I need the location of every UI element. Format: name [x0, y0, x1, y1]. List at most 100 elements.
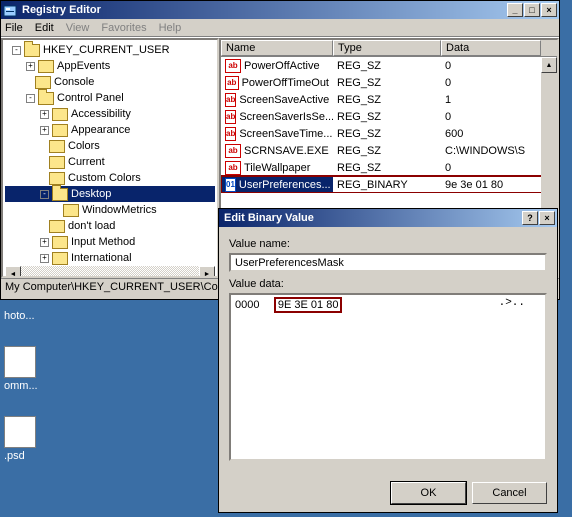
folder-icon	[52, 252, 68, 265]
list-row[interactable]: abPowerOffTimeOut REG_SZ0	[221, 74, 557, 91]
dialog-close-button[interactable]: ×	[539, 211, 555, 225]
tree-item-console[interactable]: Console	[5, 74, 215, 90]
edit-binary-dialog: Edit Binary Value ? × Value name: Value …	[218, 208, 558, 513]
menubar: File Edit View Favorites Help	[1, 19, 559, 37]
tree-label: Colors	[68, 140, 100, 152]
tree-item-accessibility[interactable]: +Accessibility	[5, 106, 215, 122]
val-type: REG_SZ	[333, 110, 441, 124]
menu-view[interactable]: View	[66, 22, 90, 34]
expand-icon[interactable]: +	[26, 62, 35, 71]
hex-bytes[interactable]: 9E 3E 01 80	[274, 297, 343, 313]
tree-item-windowmetrics[interactable]: WindowMetrics	[5, 202, 215, 218]
tree-item-hkcu[interactable]: -HKEY_CURRENT_USER	[5, 42, 215, 58]
list-row[interactable]: abSCRNSAVE.EXEREG_SZC:\WINDOWS\S	[221, 142, 557, 159]
tree-h-scrollbar[interactable]: ◄►	[5, 266, 215, 278]
menu-file[interactable]: File	[5, 22, 23, 34]
menu-favorites[interactable]: Favorites	[101, 22, 146, 34]
tree-label: don't load	[68, 220, 115, 232]
scroll-up-icon[interactable]: ▲	[541, 57, 557, 73]
val-type: REG_SZ	[333, 144, 441, 158]
menu-edit[interactable]: Edit	[35, 22, 54, 34]
list-body[interactable]: abPowerOffActiveREG_SZ0 abPowerOffTimeOu…	[221, 57, 557, 193]
col-name[interactable]: Name	[221, 40, 333, 56]
tree-item-appevents[interactable]: +AppEvents	[5, 58, 215, 74]
hex-ascii: .>..	[499, 297, 525, 309]
tree-item-inputmethod[interactable]: +Input Method	[5, 234, 215, 250]
string-value-icon: ab	[225, 76, 239, 90]
binary-value-icon: 01	[225, 178, 236, 192]
folder-icon	[52, 124, 68, 137]
tree-item-customcolors[interactable]: Custom Colors	[5, 170, 215, 186]
desktop-item[interactable]: omm...	[4, 346, 38, 392]
col-data[interactable]: Data	[441, 40, 541, 56]
desk-label: hoto...	[4, 310, 35, 322]
value-name-label: Value name:	[229, 238, 547, 250]
tree-item-appearance[interactable]: + Appearance	[5, 122, 215, 138]
val-type: REG_SZ	[333, 76, 441, 90]
folder-icon	[52, 108, 68, 121]
list-row[interactable]: abTileWallpaperREG_SZ0	[221, 159, 557, 176]
collapse-icon[interactable]: -	[40, 190, 49, 199]
expand-icon[interactable]: +	[40, 110, 49, 119]
string-value-icon: ab	[225, 93, 236, 107]
collapse-icon[interactable]: -	[12, 46, 21, 55]
tree-item-colors[interactable]: Colors	[5, 138, 215, 154]
tree-panel[interactable]: -HKEY_CURRENT_USER +AppEvents Console -C…	[1, 38, 219, 278]
cancel-button[interactable]: Cancel	[472, 482, 547, 504]
maximize-button[interactable]: □	[524, 3, 540, 17]
tree-item-international[interactable]: + International	[5, 250, 215, 266]
collapse-icon[interactable]: -	[26, 94, 35, 103]
hex-editor[interactable]: 0000 9E 3E 01 80 .>..	[229, 293, 547, 461]
tree-label: Custom Colors	[68, 172, 141, 184]
scroll-left-icon[interactable]: ◄	[5, 266, 21, 278]
expand-icon[interactable]: +	[40, 238, 49, 247]
val-name: UserPreferences...	[239, 179, 331, 191]
desktop-item[interactable]: .psd	[4, 416, 38, 462]
folder-open-icon	[52, 188, 68, 201]
list-row[interactable]: abScreenSaveTime...REG_SZ600	[221, 125, 557, 142]
titlebar[interactable]: Registry Editor _ □ ×	[1, 1, 559, 19]
val-name: ScreenSaveActive	[239, 94, 329, 106]
string-value-icon: ab	[225, 59, 241, 73]
desktop-item[interactable]: hoto...	[4, 310, 38, 322]
desk-label: omm...	[4, 380, 38, 392]
ok-button[interactable]: OK	[391, 482, 466, 504]
help-button[interactable]: ?	[522, 211, 538, 225]
val-data: 0	[441, 59, 455, 73]
file-icon	[4, 346, 36, 378]
tree-item-controlpanel[interactable]: -Control Panel	[5, 90, 215, 106]
val-name: TileWallpaper	[244, 162, 310, 174]
expand-icon[interactable]: +	[40, 254, 49, 263]
tree-label: Current	[68, 156, 105, 168]
val-data: 0	[441, 161, 455, 175]
desktop-icons: hoto... omm... .psd	[4, 310, 38, 486]
tree-item-current[interactable]: Current	[5, 154, 215, 170]
file-icon	[4, 416, 36, 448]
tree-item-desktop[interactable]: - Desktop	[5, 186, 215, 202]
list-row[interactable]: abPowerOffActive REG_SZ0	[221, 57, 557, 74]
scroll-right-icon[interactable]: ►	[199, 266, 215, 278]
col-type[interactable]: Type	[333, 40, 441, 56]
val-type: REG_SZ	[333, 59, 441, 73]
val-data: 600	[441, 127, 467, 141]
list-row-selected[interactable]: 01UserPreferences...REG_BINARY9e 3e 01 8…	[221, 176, 557, 193]
regedit-icon	[3, 3, 19, 17]
tree-label: Appearance	[71, 124, 130, 136]
tree-label: Desktop	[71, 188, 111, 200]
menu-help[interactable]: Help	[159, 22, 182, 34]
tree-label: International	[71, 252, 132, 264]
val-name: ScreenSaverIsSe...	[239, 111, 333, 123]
val-name: PowerOffActive	[244, 60, 320, 72]
val-type: REG_SZ	[333, 127, 441, 141]
hex-offset: 0000	[235, 299, 259, 311]
val-data: 0	[441, 76, 455, 90]
expand-icon[interactable]: +	[40, 126, 49, 135]
dialog-titlebar[interactable]: Edit Binary Value ? ×	[219, 209, 557, 227]
val-name: PowerOffTimeOut	[242, 77, 329, 89]
close-button[interactable]: ×	[541, 3, 557, 17]
tree-item-dontload[interactable]: don't load	[5, 218, 215, 234]
list-row[interactable]: abScreenSaveActiveREG_SZ1	[221, 91, 557, 108]
minimize-button[interactable]: _	[507, 3, 523, 17]
list-row[interactable]: abScreenSaverIsSe...REG_SZ0	[221, 108, 557, 125]
value-name-input[interactable]	[229, 253, 547, 272]
